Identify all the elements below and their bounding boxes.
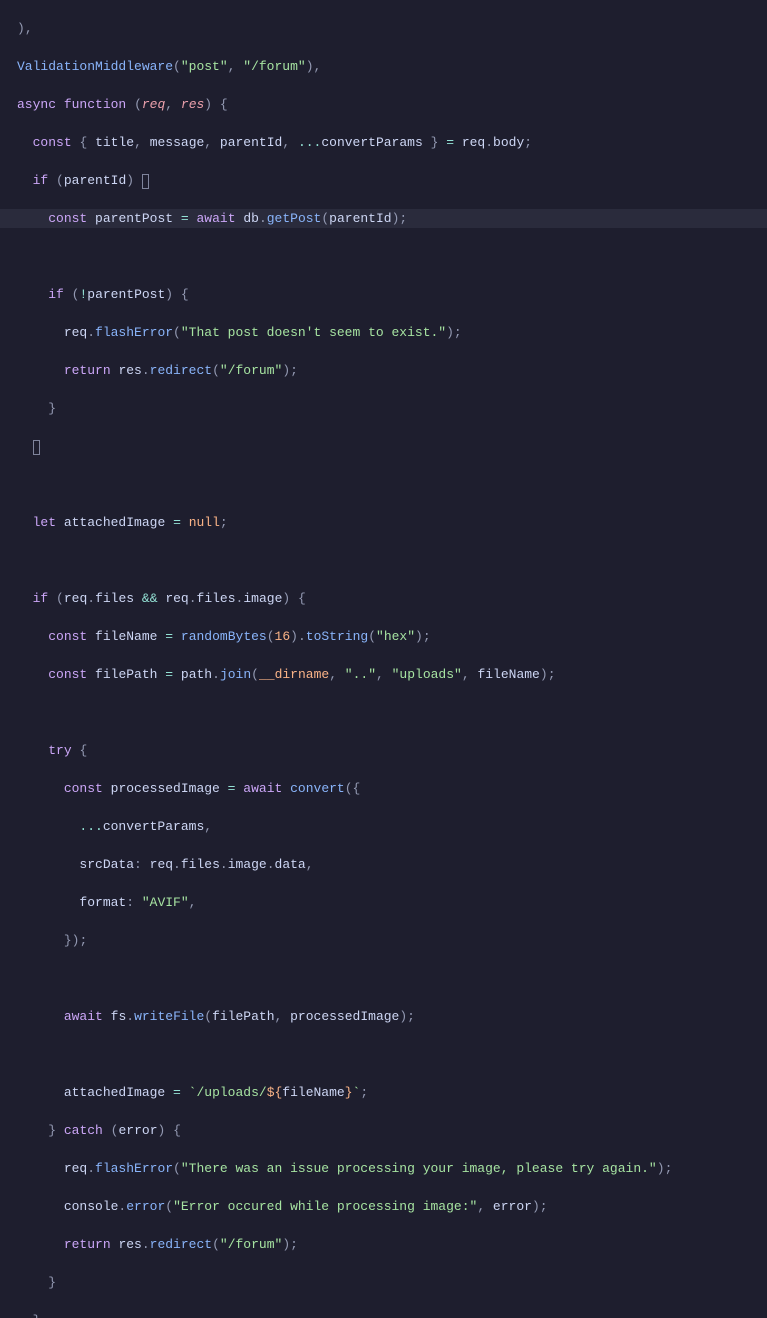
code-line: ...convertParams, bbox=[17, 817, 767, 836]
code-line: attachedImage = `/uploads/${fileName}`; bbox=[17, 1083, 767, 1102]
code-line: return res.redirect("/forum"); bbox=[17, 1235, 767, 1254]
code-line: if (req.files && req.files.image) { bbox=[17, 589, 767, 608]
code-line bbox=[17, 475, 767, 494]
cursor bbox=[33, 440, 40, 455]
code-line: ), bbox=[17, 19, 767, 38]
code-line: srcData: req.files.image.data, bbox=[17, 855, 767, 874]
code-line: const fileName = randomBytes(16).toStrin… bbox=[17, 627, 767, 646]
code-line: const { title, message, parentId, ...con… bbox=[17, 133, 767, 152]
code-line: if (!parentPost) { bbox=[17, 285, 767, 304]
code-line-highlighted: const parentPost = await db.getPost(pare… bbox=[0, 209, 767, 228]
code-line: let attachedImage = null; bbox=[17, 513, 767, 532]
code-line: } catch (error) { bbox=[17, 1121, 767, 1140]
code-line bbox=[17, 969, 767, 988]
code-line: req.flashError("That post doesn't seem t… bbox=[17, 323, 767, 342]
code-line bbox=[17, 1045, 767, 1064]
code-line: } bbox=[17, 399, 767, 418]
code-line bbox=[17, 437, 767, 456]
code-line: ValidationMiddleware("post", "/forum"), bbox=[17, 57, 767, 76]
code-line bbox=[17, 551, 767, 570]
code-line: const processedImage = await convert({ bbox=[17, 779, 767, 798]
code-line: await fs.writeFile(filePath, processedIm… bbox=[17, 1007, 767, 1026]
code-editor[interactable]: ), ValidationMiddleware("post", "/forum"… bbox=[0, 0, 767, 1318]
code-line: req.flashError("There was an issue proce… bbox=[17, 1159, 767, 1178]
code-line: async function (req, res) { bbox=[17, 95, 767, 114]
code-line: console.error("Error occured while proce… bbox=[17, 1197, 767, 1216]
code-line: const filePath = path.join(__dirname, ".… bbox=[17, 665, 767, 684]
code-line: } bbox=[17, 1273, 767, 1292]
code-line: format: "AVIF", bbox=[17, 893, 767, 912]
code-line: if (parentId) bbox=[17, 171, 767, 190]
code-line bbox=[17, 247, 767, 266]
code-line: }); bbox=[17, 931, 767, 950]
code-line: try { bbox=[17, 741, 767, 760]
code-line: return res.redirect("/forum"); bbox=[17, 361, 767, 380]
cursor bbox=[142, 174, 149, 189]
code-line bbox=[17, 703, 767, 722]
code-line: } bbox=[17, 1311, 767, 1318]
